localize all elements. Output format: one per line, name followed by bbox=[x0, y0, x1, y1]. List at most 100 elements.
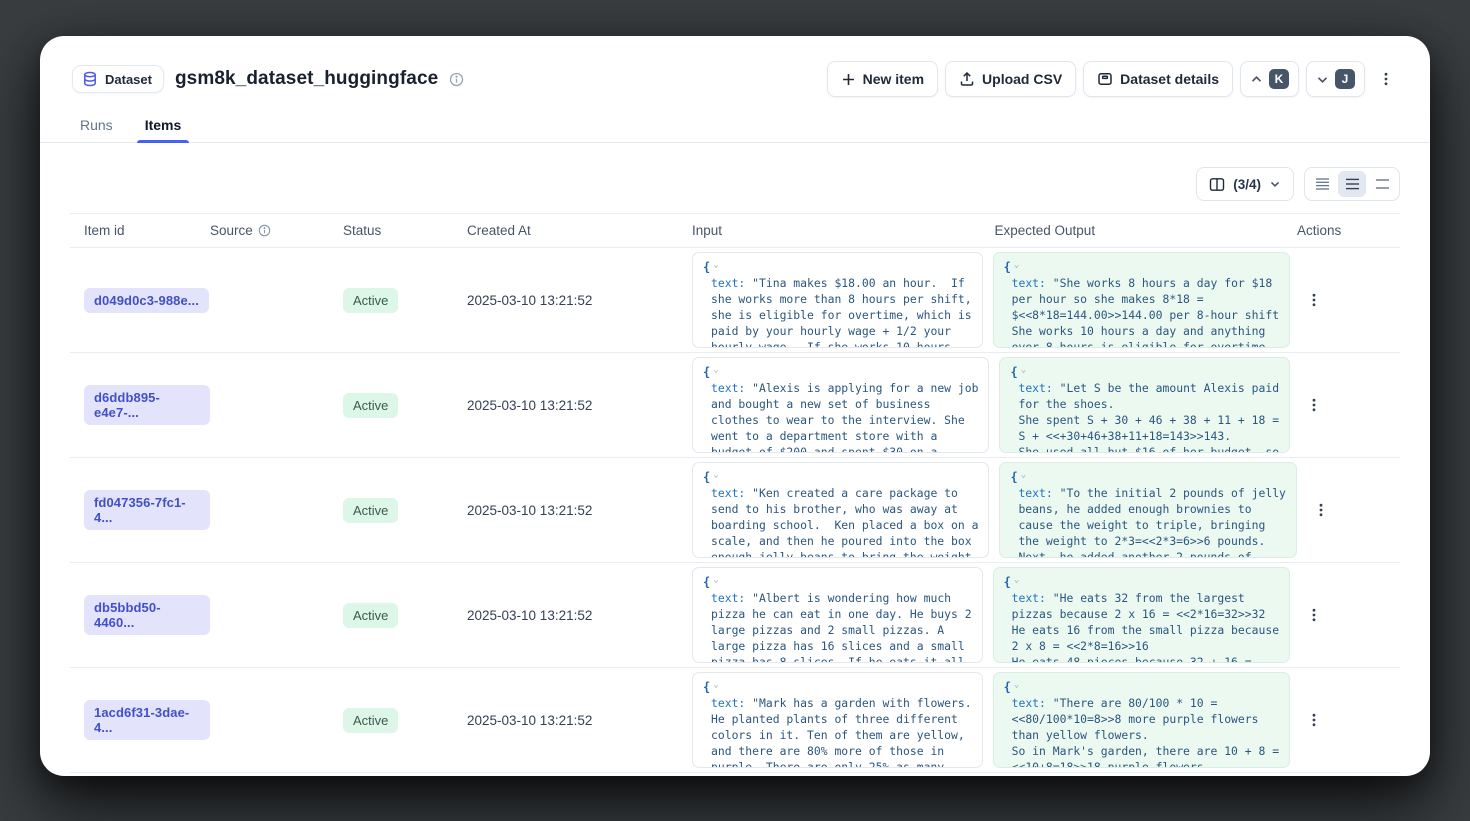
dataset-type-badge: Dataset bbox=[72, 65, 164, 93]
shortcut-j-badge: J bbox=[1335, 69, 1355, 89]
json-collapse-toggle[interactable]: {⌄ bbox=[1004, 679, 1279, 695]
code-line: than yellow flowers. bbox=[1004, 727, 1279, 743]
table-row: db5bbd50-4460... Active 2025-03-10 13:21… bbox=[70, 563, 1400, 668]
chevron-down-icon[interactable]: ⌄ bbox=[1014, 261, 1019, 270]
status-badge: Active bbox=[343, 708, 398, 733]
row-actions-button[interactable] bbox=[1307, 498, 1335, 522]
code-line: He eats 48 pieces because 32 + 16 = bbox=[1004, 654, 1279, 663]
table-toolbar: (3/4) bbox=[40, 167, 1430, 201]
code-line: paid by your hourly wage + 1/2 your bbox=[703, 323, 972, 339]
item-id-badge[interactable]: d049d0c3-988e... bbox=[84, 288, 209, 313]
json-collapse-toggle[interactable]: {⌄ bbox=[1010, 364, 1279, 380]
row-actions-button[interactable] bbox=[1300, 708, 1328, 732]
code-line: boarding school. Ken placed a box on a bbox=[703, 517, 978, 533]
code-line: text: "She works 8 hours a day for $18 bbox=[1004, 275, 1279, 291]
actions-cell bbox=[1300, 393, 1403, 417]
chevron-down-icon[interactable]: ⌄ bbox=[1021, 366, 1026, 375]
previous-item-button[interactable]: K bbox=[1240, 61, 1299, 97]
row-actions-button[interactable] bbox=[1300, 288, 1328, 312]
input-json-card[interactable]: {⌄text: "Albert is wondering how muchpiz… bbox=[692, 567, 983, 663]
expected-output-json-card[interactable]: {⌄text: "She works 8 hours a day for $18… bbox=[993, 252, 1290, 348]
chevron-down-icon[interactable]: ⌄ bbox=[713, 576, 718, 585]
column-header-status[interactable]: Status bbox=[343, 223, 467, 238]
expected-output-json-card[interactable]: {⌄text: "He eats 32 from the largestpizz… bbox=[993, 567, 1290, 663]
code-line: text: "Ken created a care package to bbox=[703, 485, 978, 501]
open-brace: { bbox=[703, 364, 710, 380]
item-id-badge[interactable]: fd047356-7fc1-4... bbox=[84, 490, 210, 530]
chevron-down-icon[interactable]: ⌄ bbox=[1021, 471, 1026, 480]
status-badge: Active bbox=[343, 288, 398, 313]
open-brace: { bbox=[1010, 469, 1017, 485]
chevron-down-icon[interactable]: ⌄ bbox=[713, 471, 718, 480]
expected-output-json-card[interactable]: {⌄text: "There are 80/100 * 10 =<<80/100… bbox=[993, 672, 1290, 768]
header-more-actions-button[interactable] bbox=[1372, 61, 1400, 97]
dataset-details-button[interactable]: Dataset details bbox=[1083, 61, 1233, 97]
column-header-source[interactable]: Source bbox=[210, 223, 343, 238]
upload-csv-label: Upload CSV bbox=[982, 71, 1062, 87]
item-id-badge[interactable]: d6ddb895-e4e7-... bbox=[84, 385, 210, 425]
item-id-cell: d049d0c3-988e... bbox=[70, 288, 210, 313]
chevron-up-icon bbox=[1250, 73, 1263, 86]
row-actions-button[interactable] bbox=[1300, 393, 1328, 417]
json-collapse-toggle[interactable]: {⌄ bbox=[703, 469, 978, 485]
input-json-card[interactable]: {⌄text: "Mark has a garden with flowers.… bbox=[692, 672, 983, 768]
new-item-button[interactable]: New item bbox=[827, 61, 938, 97]
chevron-down-icon[interactable]: ⌄ bbox=[1014, 681, 1019, 690]
code-line: pizza he can eat in one day. He buys 2 bbox=[703, 606, 972, 622]
column-header-input[interactable]: Input bbox=[692, 223, 995, 238]
status-cell: Active bbox=[343, 288, 467, 313]
chevron-down-icon[interactable]: ⌄ bbox=[713, 261, 718, 270]
code-line: clothes to wear to the interview. She bbox=[703, 412, 978, 428]
row-actions-button[interactable] bbox=[1300, 603, 1328, 627]
actions-cell bbox=[1307, 498, 1410, 522]
title-info-icon[interactable] bbox=[449, 72, 464, 87]
row-height-medium-button[interactable] bbox=[1338, 171, 1366, 197]
json-collapse-toggle[interactable]: {⌄ bbox=[703, 574, 972, 590]
expected-output-json-card[interactable]: {⌄text: "To the initial 2 pounds of jell… bbox=[999, 462, 1296, 558]
item-id-badge[interactable]: db5bbd50-4460... bbox=[84, 595, 210, 635]
column-header-expected-output[interactable]: Expected Output bbox=[995, 223, 1298, 238]
input-json-card[interactable]: {⌄text: "Tina makes $18.00 an hour. Ifsh… bbox=[692, 252, 983, 348]
expected-output-json-card[interactable]: {⌄text: "Let S be the amount Alexis paid… bbox=[999, 357, 1290, 453]
row-height-small-button[interactable] bbox=[1308, 171, 1336, 197]
page-title: gsm8k_dataset_huggingface bbox=[175, 68, 438, 90]
row-height-large-button[interactable] bbox=[1368, 171, 1396, 197]
json-collapse-toggle[interactable]: {⌄ bbox=[1004, 574, 1279, 590]
input-json-card[interactable]: {⌄text: "Ken created a care package tose… bbox=[692, 462, 989, 558]
created-at-cell: 2025-03-10 13:21:52 bbox=[467, 398, 692, 413]
json-collapse-toggle[interactable]: {⌄ bbox=[703, 259, 972, 275]
code-line: colors in it. Ten of them are yellow, bbox=[703, 727, 972, 743]
table-row: 1acd6f31-3dae-4... Active 2025-03-10 13:… bbox=[70, 668, 1400, 773]
input-json-card[interactable]: {⌄text: "Alexis is applying for a new jo… bbox=[692, 357, 989, 453]
chevron-down-icon[interactable]: ⌄ bbox=[713, 366, 718, 375]
tab-runs[interactable]: Runs bbox=[72, 111, 121, 142]
chevron-down-icon[interactable]: ⌄ bbox=[713, 681, 718, 690]
column-header-created-at[interactable]: Created At bbox=[467, 223, 692, 238]
next-item-button[interactable]: J bbox=[1306, 61, 1365, 97]
tab-items[interactable]: Items bbox=[137, 111, 190, 142]
chevron-down-icon[interactable]: ⌄ bbox=[1014, 576, 1019, 585]
upload-icon bbox=[959, 71, 975, 87]
table-header-row: Item id Source Status Created At Input E… bbox=[70, 213, 1400, 248]
column-header-item-id[interactable]: Item id bbox=[70, 223, 210, 238]
json-collapse-toggle[interactable]: {⌄ bbox=[1010, 469, 1285, 485]
code-line: $<<8*18=144.00>>144.00 per 8-hour shift bbox=[1004, 307, 1279, 323]
source-info-icon[interactable] bbox=[258, 224, 271, 237]
dataset-type-label: Dataset bbox=[105, 72, 152, 87]
code-line: large pizzas and 2 small pizzas. A bbox=[703, 622, 972, 638]
dataset-details-label: Dataset details bbox=[1120, 71, 1219, 87]
dataset-details-icon bbox=[1097, 71, 1113, 87]
json-collapse-toggle[interactable]: {⌄ bbox=[703, 679, 972, 695]
json-collapse-toggle[interactable]: {⌄ bbox=[1004, 259, 1279, 275]
item-id-badge[interactable]: 1acd6f31-3dae-4... bbox=[84, 700, 210, 740]
upload-csv-button[interactable]: Upload CSV bbox=[945, 61, 1076, 97]
columns-icon bbox=[1209, 177, 1225, 192]
columns-selector-button[interactable]: (3/4) bbox=[1196, 167, 1294, 201]
code-line: He eats 16 from the small pizza because bbox=[1004, 622, 1279, 638]
open-brace: { bbox=[703, 259, 710, 275]
json-collapse-toggle[interactable]: {⌄ bbox=[703, 364, 978, 380]
open-brace: { bbox=[1004, 679, 1011, 695]
page-header: Dataset gsm8k_dataset_huggingface New it… bbox=[40, 36, 1430, 97]
plus-icon bbox=[841, 72, 856, 87]
input-cell: {⌄text: "Ken created a care package tose… bbox=[692, 458, 999, 562]
